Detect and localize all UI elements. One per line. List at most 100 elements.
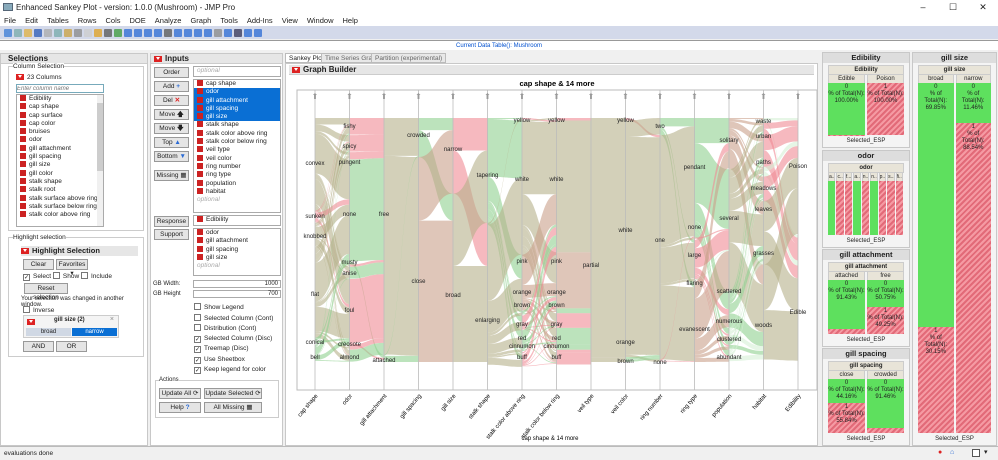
treemap-tile[interactable] xyxy=(896,181,903,235)
sankey-node-label[interactable]: brown xyxy=(514,303,530,309)
axis-tick-label[interactable]: habitat xyxy=(752,393,768,411)
axis-tick-label[interactable]: Edibility xyxy=(785,393,803,413)
sankey-node-label[interactable]: anise xyxy=(342,271,357,277)
sankey-node-label[interactable]: two xyxy=(655,124,665,130)
axis-tick-label[interactable]: gill attachment xyxy=(359,393,389,427)
sankey-node-label[interactable]: conical xyxy=(306,340,325,346)
axis-tick-label[interactable]: stalk color below ring xyxy=(520,393,561,440)
axis-tick-label[interactable]: veil color xyxy=(610,393,630,415)
sankey-flow[interactable] xyxy=(350,158,385,261)
treemap-tile-edible[interactable]: 0% of Total(N):91.43% xyxy=(828,280,865,329)
move-arrow-icon[interactable]: ⬆ xyxy=(553,92,560,101)
home-icon[interactable]: ⌂ xyxy=(950,449,954,456)
move-arrow-icon[interactable]: ⬆ xyxy=(588,92,595,101)
sankey-node-label[interactable]: solitary xyxy=(719,138,738,144)
sankey-node-label[interactable]: narrow xyxy=(444,147,463,153)
sankey-flow[interactable] xyxy=(557,350,592,352)
sankey-node-label[interactable]: none xyxy=(653,360,667,366)
sankey-node-label[interactable]: cinnumon xyxy=(509,344,535,350)
sankey-node-label[interactable]: enlarging xyxy=(475,318,500,324)
sankey-node-label[interactable]: numerous xyxy=(716,319,743,325)
sankey-node-label[interactable]: paths xyxy=(756,160,771,166)
sankey-node-label[interactable]: white xyxy=(617,228,633,234)
move-arrow-icon[interactable]: ⬆ xyxy=(415,92,422,101)
sankey-node-label[interactable]: fishy xyxy=(343,124,355,130)
sankey-node-label[interactable]: foul xyxy=(345,308,355,314)
sankey-flow[interactable] xyxy=(557,120,592,252)
sankey-node-label[interactable]: waste xyxy=(755,119,772,125)
sankey-node-label[interactable]: orange xyxy=(547,290,566,296)
move-arrow-icon[interactable]: ⬆ xyxy=(450,92,457,101)
sankey-node-label[interactable]: knobbed xyxy=(303,234,326,240)
sankey-node-label[interactable]: yellow xyxy=(617,118,634,124)
axis-tick-label[interactable]: ring type xyxy=(680,393,700,415)
treemap-tile-poison[interactable]: 1% of Total(N):30.15% xyxy=(918,327,954,433)
sankey-node-label[interactable]: musty xyxy=(341,260,357,266)
sankey-node-label[interactable]: pink xyxy=(551,259,563,265)
treemap-tile-edible[interactable]: 0% of Total(N):91.46% xyxy=(867,379,904,428)
sankey-node-label[interactable]: woods xyxy=(754,323,772,329)
sankey-node-label[interactable]: attached xyxy=(372,358,395,364)
axis-tick-label[interactable]: stalk shape xyxy=(468,393,493,421)
sankey-node-label[interactable]: several xyxy=(719,216,738,222)
move-arrow-icon[interactable]: ⬆ xyxy=(484,92,491,101)
sankey-node-label[interactable]: large xyxy=(688,253,702,259)
sankey-node-label[interactable]: broad xyxy=(445,293,460,299)
sankey-flow[interactable] xyxy=(350,151,385,159)
treemap-tile[interactable] xyxy=(828,181,835,235)
move-arrow-icon[interactable]: ⬆ xyxy=(519,92,526,101)
sankey-node-label[interactable]: scattered xyxy=(717,289,742,295)
axis-tick-label[interactable]: stalk color above ring xyxy=(485,393,526,440)
axis-tick-label[interactable]: ring number xyxy=(639,393,664,421)
treemap-tile-poison[interactable] xyxy=(828,135,865,136)
sankey-node-label[interactable]: gray xyxy=(551,322,563,328)
sankey-node-label[interactable]: none xyxy=(343,212,357,218)
sankey-node-label[interactable]: flaring xyxy=(686,281,702,287)
sankey-flow[interactable] xyxy=(557,328,592,345)
sankey-node-label[interactable]: pendant xyxy=(684,165,706,171)
sankey-flow[interactable] xyxy=(419,118,454,130)
sankey-node-label[interactable]: meadows xyxy=(751,186,777,192)
sankey-node-label[interactable]: brown xyxy=(617,359,633,365)
sankey-flow[interactable] xyxy=(453,266,488,362)
axis-tick-label[interactable]: gill spacing xyxy=(399,393,423,420)
sankey-node-label[interactable]: flat xyxy=(311,292,319,298)
treemap-tile-poison[interactable] xyxy=(828,329,865,334)
sankey-flow[interactable] xyxy=(350,274,385,343)
sankey-flow[interactable] xyxy=(660,243,695,284)
sankey-node-label[interactable]: evanescent xyxy=(679,327,710,333)
sankey-node-label[interactable]: sunken xyxy=(305,214,324,220)
axis-tick-label[interactable]: odor xyxy=(342,393,354,406)
sankey-node-label[interactable]: creosote xyxy=(338,342,362,348)
sankey-node-label[interactable]: white xyxy=(548,177,564,183)
sankey-node-label[interactable]: Edible xyxy=(790,310,807,316)
treemap-tile[interactable] xyxy=(870,181,877,235)
sankey-node-label[interactable]: almond xyxy=(340,355,360,361)
treemap-tile-edible[interactable]: 0% of Total(N):44.16% xyxy=(828,379,865,403)
treemap-tile[interactable] xyxy=(862,181,869,235)
move-arrow-icon[interactable]: ⬆ xyxy=(760,92,767,101)
sankey-node-label[interactable]: one xyxy=(655,238,666,244)
treemap-tile-edible[interactable]: 0% of Total(N):100.00% xyxy=(828,83,865,135)
move-arrow-icon[interactable]: ⬆ xyxy=(795,92,802,101)
sankey-flow[interactable] xyxy=(488,119,523,178)
axis-tick-label[interactable]: veil type xyxy=(577,393,596,414)
sankey-node-label[interactable]: pink xyxy=(516,259,528,265)
sankey-node-label[interactable]: white xyxy=(514,177,530,183)
chevron-down-icon[interactable]: ▾ xyxy=(984,448,988,456)
sankey-flow[interactable] xyxy=(626,137,661,355)
sankey-node-label[interactable]: cinnumon xyxy=(543,344,569,350)
treemap-tile-poison[interactable]: 1% of Total(N):100.00% xyxy=(867,83,904,135)
sankey-flow[interactable] xyxy=(453,118,488,151)
sankey-node-label[interactable]: tapering xyxy=(477,173,499,179)
treemap-tile[interactable] xyxy=(845,181,852,235)
sankey-flow[interactable] xyxy=(660,118,695,126)
sankey-node-label[interactable]: crowded xyxy=(407,133,430,139)
treemap-tile-edible[interactable]: 0% of Total(N):69.85% xyxy=(918,83,954,327)
sankey-flow[interactable] xyxy=(419,221,454,362)
sankey-node-label[interactable]: orange xyxy=(616,340,635,346)
move-arrow-icon[interactable]: ⬆ xyxy=(657,92,664,101)
treemap-tile-edible[interactable]: 0% of Total(N):11.46% xyxy=(956,83,992,123)
move-arrow-icon[interactable]: ⬆ xyxy=(691,92,698,101)
sankey-node-label[interactable]: urban xyxy=(756,134,771,140)
